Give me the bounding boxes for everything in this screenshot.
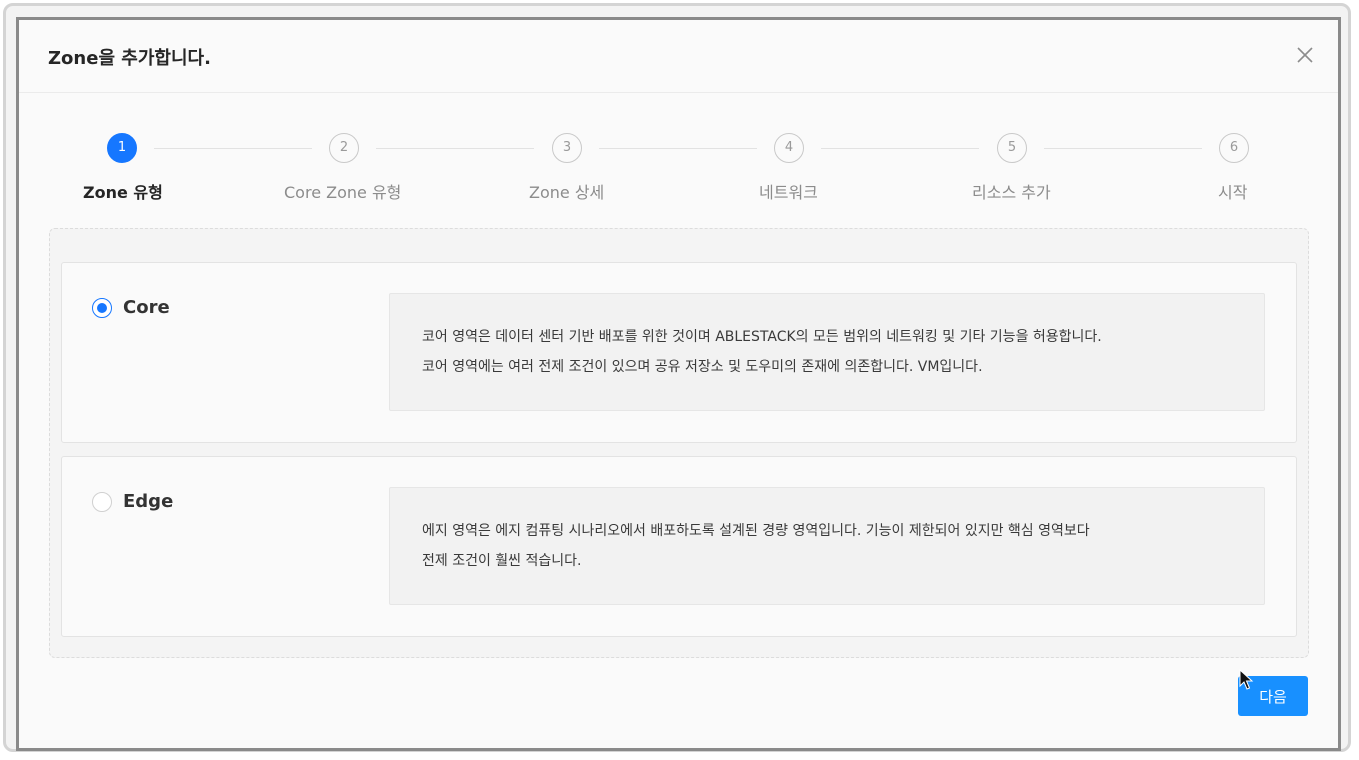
- dialog-header: Zone을 추가합니다.: [19, 20, 1338, 93]
- edge-description-line-2: 전제 조건이 훨씬 적습니다.: [422, 553, 582, 569]
- step-connector: [1044, 148, 1202, 149]
- step-6-indicator: 6: [1219, 133, 1249, 163]
- mouse-cursor-icon: [1239, 669, 1254, 690]
- core-option-label: Core: [123, 297, 170, 318]
- wizard-steps: 1 Zone 유형 2 Core Zone 유형 3 Zone 상세 4 네트워…: [19, 133, 1338, 203]
- core-description: 코어 영역은 데이터 센터 기반 배포를 위한 것이며 ABLESTACK의 모…: [389, 293, 1265, 411]
- step-connector: [376, 148, 534, 149]
- step-connector: [821, 148, 979, 149]
- step-5-label: 리소스 추가: [972, 183, 1051, 202]
- add-zone-dialog: Zone을 추가합니다. 1 Zone 유형 2 Core Zone 유형 3 …: [16, 17, 1341, 751]
- edge-description-line-1: 에지 영역은 에지 컴퓨팅 시나리오에서 배포하도록 설계된 경량 영역입니다.…: [422, 523, 1090, 539]
- step-2-label: Core Zone 유형: [284, 183, 402, 202]
- step-connector: [154, 148, 312, 149]
- step-2-indicator: 2: [329, 133, 359, 163]
- option-edge-card[interactable]: Edge 에지 영역은 에지 컴퓨팅 시나리오에서 배포하도록 설계된 경량 영…: [61, 456, 1297, 637]
- edge-description: 에지 영역은 에지 컴퓨팅 시나리오에서 배포하도록 설계된 경량 영역입니다.…: [389, 487, 1265, 605]
- step-6-label: 시작: [1218, 183, 1248, 202]
- step-3-indicator: 3: [552, 133, 582, 163]
- edge-option-label: Edge: [123, 491, 174, 512]
- option-core-card[interactable]: Core 코어 영역은 데이터 센터 기반 배포를 위한 것이며 ABLESTA…: [61, 262, 1297, 443]
- step-4-indicator: 4: [774, 133, 804, 163]
- core-description-line-1: 코어 영역은 데이터 센터 기반 배포를 위한 것이며 ABLESTACK의 모…: [422, 329, 1102, 345]
- close-icon: [1297, 47, 1313, 63]
- step-1-indicator: 1: [107, 133, 137, 163]
- zone-type-options: Core 코어 영역은 데이터 센터 기반 배포를 위한 것이며 ABLESTA…: [49, 228, 1309, 658]
- dialog-title: Zone을 추가합니다.: [48, 48, 211, 69]
- close-button[interactable]: [1292, 42, 1318, 68]
- edge-radio[interactable]: [92, 492, 112, 512]
- step-5-indicator: 5: [997, 133, 1027, 163]
- step-connector: [599, 148, 757, 149]
- step-1-label: Zone 유형: [83, 183, 163, 202]
- core-description-line-2: 코어 영역에는 여러 전제 조건이 있으며 공유 저장소 및 도우미의 존재에 …: [422, 359, 983, 375]
- core-radio[interactable]: [92, 298, 112, 318]
- step-4-label: 네트워크: [759, 183, 818, 202]
- step-3-label: Zone 상세: [529, 183, 605, 202]
